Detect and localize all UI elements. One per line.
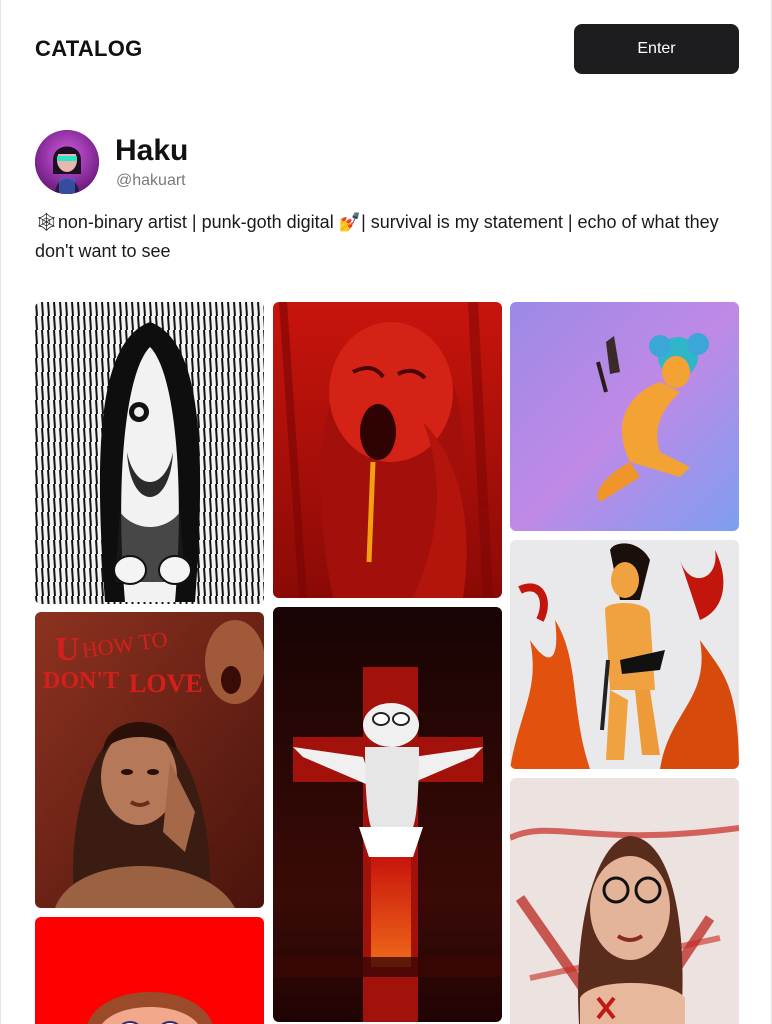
artwork-card-ink-figure[interactable] <box>35 302 264 604</box>
bio-text-1: non-binary artist | punk-goth digital <box>57 212 339 232</box>
page: CATALOG Enter Haku @hakuart 🕸non-binary … <box>0 0 772 1024</box>
svg-text:DON'T: DON'T <box>43 668 119 694</box>
artwork-card-red-portrait[interactable] <box>35 917 264 1024</box>
artwork-card-lavender-figure[interactable] <box>510 302 739 531</box>
top-bar: CATALOG Enter <box>1 0 771 100</box>
artwork-card-red-scream[interactable] <box>273 302 502 598</box>
nail-polish-icon: 💅 <box>338 212 362 233</box>
artwork-card-fire-figure[interactable] <box>510 540 739 769</box>
svg-text:LOVE: LOVE <box>129 669 203 698</box>
avatar[interactable] <box>35 130 99 194</box>
catalog-logo[interactable]: CATALOG <box>35 36 143 62</box>
artwork-card-u-how-to[interactable]: U HOW TO DON'T LOVE <box>35 612 264 908</box>
profile-bio: 🕸non-binary artist | punk-goth digital 💅… <box>35 208 735 265</box>
profile-name: Haku <box>115 134 189 167</box>
web-icon: 🕸 <box>35 212 58 233</box>
artwork-card-glasses-portrait[interactable] <box>510 778 739 1024</box>
profile-handle: @hakuart <box>116 172 186 189</box>
svg-text:U: U <box>55 631 80 668</box>
artwork-card-cross-frog[interactable] <box>273 607 502 1022</box>
enter-button[interactable]: Enter <box>574 24 739 74</box>
